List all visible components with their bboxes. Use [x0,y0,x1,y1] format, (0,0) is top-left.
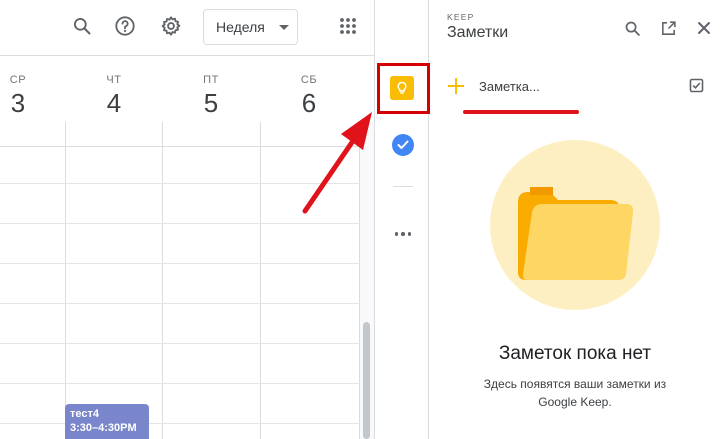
keep-title: Заметки [447,24,509,41]
help-icon[interactable] [109,10,141,42]
day-number[interactable]: 6 [284,88,334,119]
open-in-new-icon[interactable] [652,12,684,44]
grid-column-line [260,122,261,439]
tasks-icon[interactable] [392,134,414,156]
day-number[interactable]: 4 [89,88,139,119]
grid-hour-line [0,423,362,424]
calendar-grid[interactable] [0,122,362,439]
event-title: тест4 [70,408,99,420]
grid-hour-line [0,343,362,344]
grid-column-line [162,122,163,439]
chevron-down-icon [279,25,289,30]
keep-highlight-annotation [377,63,430,114]
more-icon[interactable] [393,224,413,244]
day-column-sat[interactable]: СБ 6 [284,74,334,119]
empty-state-illustration [490,140,660,310]
scrollbar-thumb[interactable] [363,322,370,439]
new-note-label: Заметка... [479,78,540,94]
day-column-thu[interactable]: ЧТ 4 [89,74,139,119]
grid-hour-line [0,183,362,184]
underline-annotation [463,110,579,114]
grid-hour-line [0,383,362,384]
view-select-label: Неделя [216,19,265,35]
search-icon[interactable] [616,12,648,44]
empty-state-description: Здесь появятся ваши заметки из Google Ke… [430,375,720,411]
empty-state-description-line: Здесь появятся ваши заметки из [483,377,667,391]
new-note-button[interactable]: Заметка... [447,74,687,98]
view-select[interactable]: Неделя [203,9,298,45]
grid-column-line [65,122,66,439]
day-column-wed[interactable]: СР 3 [0,74,43,119]
all-day-divider [0,146,360,147]
day-number[interactable]: 3 [0,88,43,119]
calendar-header: Неделя [0,0,374,56]
close-icon[interactable] [688,12,720,44]
empty-state-description-line: Google Keep. [538,395,612,409]
day-name: ПТ [203,74,219,86]
apps-grid-icon[interactable] [332,10,364,42]
calendar-event[interactable]: тест4 3:30–4:30PM [65,404,149,439]
keep-brand: KEEP [447,12,475,22]
grid-hour-line [0,223,362,224]
checkbox-icon[interactable] [689,78,704,93]
folder-icon [518,187,634,280]
empty-state-title: Заметок пока нет [498,343,652,364]
gear-icon[interactable] [155,10,187,42]
grid-hour-line [0,303,362,304]
day-number[interactable]: 5 [186,88,236,119]
day-name: ЧТ [106,74,122,86]
rail-divider [393,186,413,187]
day-column-fri[interactable]: ПТ 5 [186,74,236,119]
grid-hour-line [0,263,362,264]
event-time: 3:30–4:30PM [70,422,137,434]
search-icon[interactable] [66,10,98,42]
day-name: СР [9,74,27,86]
plus-icon [447,77,465,95]
day-name: СБ [300,74,318,86]
